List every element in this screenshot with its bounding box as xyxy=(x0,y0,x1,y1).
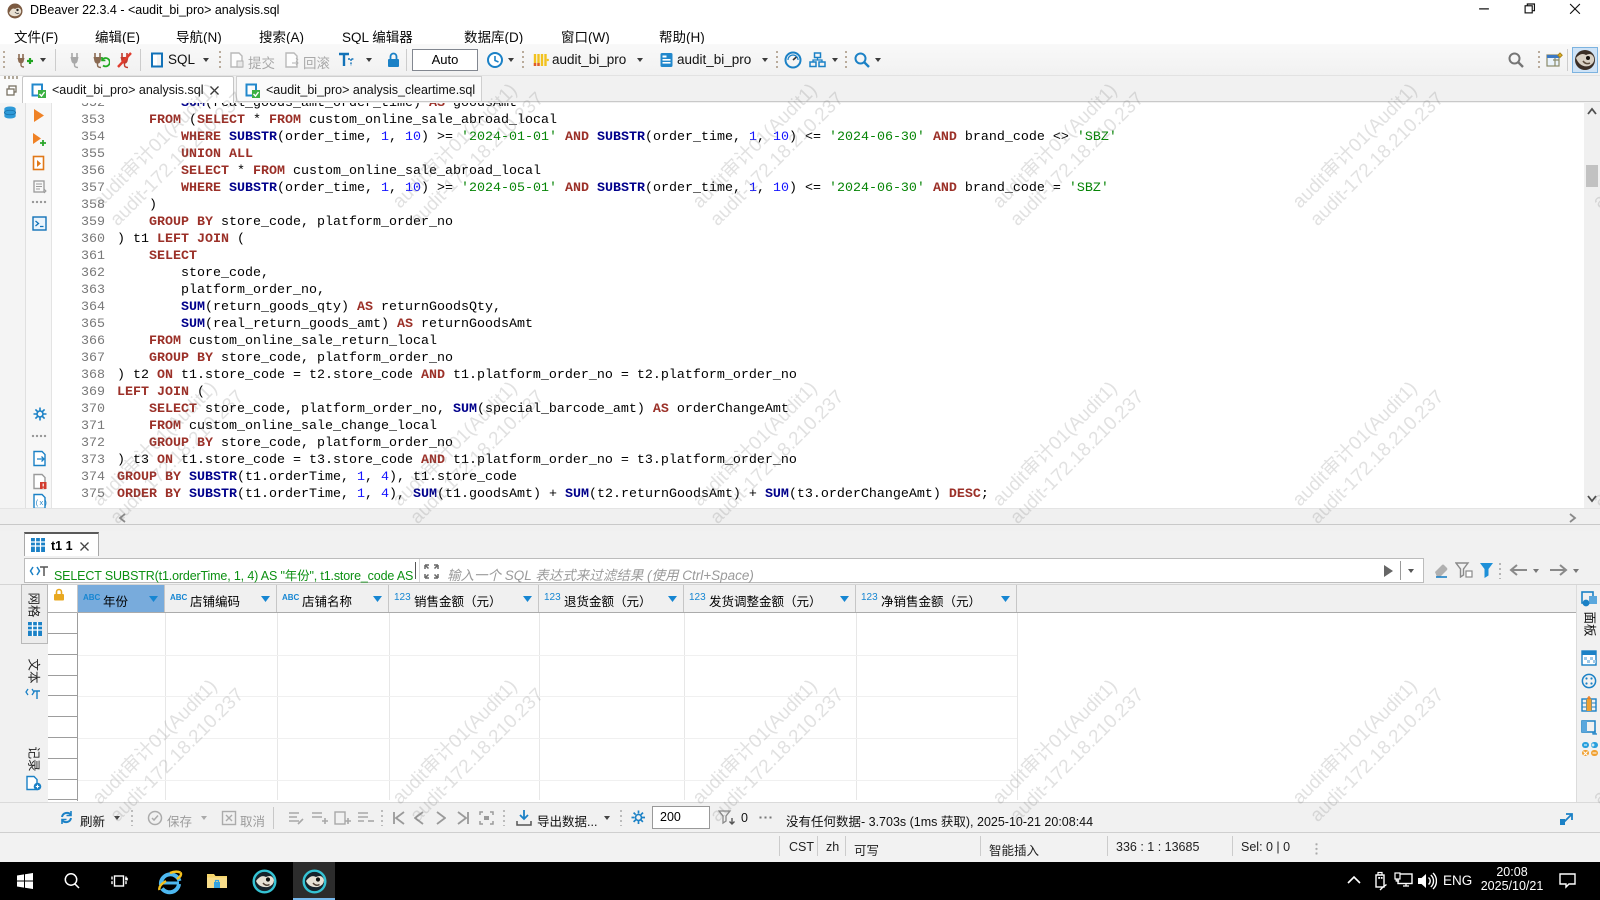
svg-text:(x): (x) xyxy=(35,500,47,508)
